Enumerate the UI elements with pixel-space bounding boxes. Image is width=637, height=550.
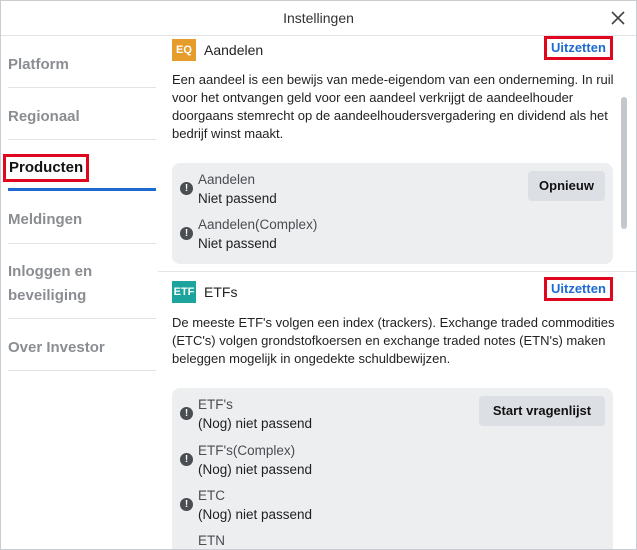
product-status: (Nog) niet passend (198, 416, 313, 431)
sidebar-divider (8, 139, 156, 140)
settings-content: EQ Aandelen Uitzetten Een aandeel is een… (158, 36, 636, 549)
product-name: ETF's (198, 397, 233, 412)
sidebar-divider (8, 87, 156, 88)
section-title: Aandelen (204, 42, 264, 58)
sidebar-item-platform[interactable]: Platform (8, 53, 156, 77)
close-icon[interactable] (608, 8, 628, 28)
product-name: ETC (198, 488, 225, 503)
product-name: Aandelen (198, 172, 256, 187)
sidebar-item-label: Producten (3, 154, 90, 182)
info-icon: ! (180, 182, 193, 195)
turn-off-aandelen-link[interactable]: Uitzetten (544, 36, 613, 60)
sidebar-divider (8, 243, 156, 244)
dialog-title: Instellingen (283, 10, 354, 26)
section-description: Een aandeel is een bewijs van mede-eigen… (172, 72, 614, 141)
info-icon: ! (180, 227, 193, 240)
product-status-card: ! ETF's (Nog) niet passend ! ETF's(Compl… (172, 388, 613, 549)
info-icon: ! (180, 407, 193, 420)
sidebar-item-inloggen-en-beveiliging[interactable]: Inloggen en beveiliging (8, 260, 118, 308)
product-status: Niet passend (198, 236, 277, 251)
settings-sidebar: Platform Regionaal Producten Meldingen I… (1, 36, 157, 549)
product-status-card: ! Aandelen Niet passend ! Aandelen(Compl… (172, 163, 613, 264)
content-scrollbar[interactable] (621, 97, 627, 229)
eq-badge-icon: EQ (172, 39, 196, 61)
start-questionnaire-button[interactable]: Start vragenlijst (479, 396, 605, 426)
sidebar-divider (8, 318, 156, 319)
product-name: ETF's(Complex) (198, 443, 296, 458)
dialog-titlebar: Instellingen (1, 1, 636, 36)
product-name: ETN (198, 533, 225, 548)
section-title: ETFs (204, 284, 238, 300)
product-status: Niet passend (198, 191, 277, 206)
sidebar-item-meldingen[interactable]: Meldingen (8, 208, 156, 232)
info-icon: ! (180, 453, 193, 466)
sidebar-item-regionaal[interactable]: Regionaal (8, 105, 156, 129)
sidebar-divider (8, 370, 156, 371)
sidebar-item-over-investor[interactable]: Over Investor (8, 336, 156, 360)
sidebar-item-producten[interactable]: Producten (3, 154, 151, 182)
product-status: (Nog) niet passend (198, 462, 313, 477)
section-divider (158, 271, 636, 272)
turn-off-etfs-link[interactable]: Uitzetten (544, 277, 613, 301)
retry-button[interactable]: Opnieuw (528, 171, 605, 201)
product-name: Aandelen(Complex) (198, 217, 318, 232)
section-description: De meeste ETF's volgen een index (tracke… (172, 315, 615, 366)
etf-badge-icon: ETF (172, 281, 196, 303)
product-status: (Nog) niet passend (198, 507, 313, 522)
active-tab-indicator (8, 188, 156, 191)
info-icon: ! (180, 498, 193, 511)
settings-dialog: Instellingen Platform Regionaal Producte… (0, 0, 637, 550)
